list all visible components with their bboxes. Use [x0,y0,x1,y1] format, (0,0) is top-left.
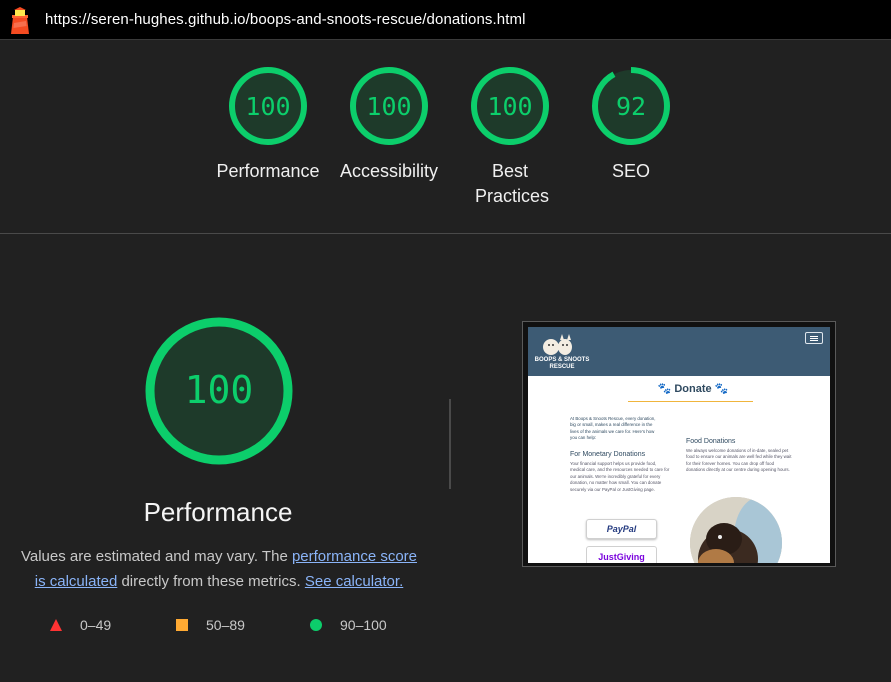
gauge-ring: 100 [471,67,549,145]
hamburger-menu-icon [805,332,823,344]
monetary-text: Your financial support helps us provide … [570,461,670,492]
gauge-label: Performance [216,161,320,181]
legend-range: 50–89 [206,617,245,633]
dog-cat-logo-icon [543,334,572,355]
site-brand: BOOPS & SNOOTS RESCUE [534,357,590,370]
justgiving-button: JustGiving [586,546,657,563]
score-summary: 100 Performance 100 Accessibility 100 Be… [0,41,891,234]
gauge-ring: 100 [229,67,307,145]
see-calculator-link[interactable]: See calculator. [305,573,403,590]
screenshot-content: BOOPS & SNOOTS RESCUE 🐾 Donate 🐾 At Boop… [528,327,830,563]
gauge-score: 100 [366,92,411,121]
performance-description: Values are estimated and may vary. The p… [14,544,424,594]
gauge-label: SEO [611,161,650,181]
url-bar: https://seren-hughes.github.io/boops-and… [0,0,891,40]
site-navbar: BOOPS & SNOOTS RESCUE [528,327,830,376]
gauge-accessibility[interactable]: 100 Accessibility [334,65,444,184]
food-text: We always welcome donations of in-date, … [686,448,792,473]
gauge-score: 100 [245,92,290,121]
page-url[interactable]: https://seren-hughes.github.io/boops-and… [45,11,526,28]
donate-title: 🐾 Donate 🐾 [657,383,729,395]
triangle-icon [50,619,62,631]
title-underline [628,401,753,402]
gauge-label: Accessibility [339,161,439,181]
gauge-ring: 100 [350,67,428,145]
performance-title: Performance [143,497,293,527]
intro-text: At Boops & Snoots Rescue, every donation… [570,416,656,441]
legend-fail: 0–49 [50,617,111,633]
gauge-performance[interactable]: 100 Performance [213,65,323,184]
gauge-best-practices[interactable]: 100 Best Practices [455,65,565,209]
desc-text: Values are estimated and may vary. The [20,548,292,565]
gauge-seo[interactable]: 92 SEO [576,65,686,184]
paypal-button: PayPal [586,519,657,539]
page-screenshot[interactable]: BOOPS & SNOOTS RESCUE 🐾 Donate 🐾 At Boop… [522,321,836,567]
legend-pass: 90–100 [310,617,387,633]
square-icon [176,619,188,631]
legend-range: 90–100 [340,617,387,633]
legend-average: 50–89 [176,617,245,633]
lighthouse-icon [11,7,29,34]
gauge-label: Best Practices [475,161,550,206]
food-heading: Food Donations [686,438,736,445]
desc-text: directly from these metrics. [117,573,305,590]
gauge-score: 100 [487,92,532,121]
circle-icon [310,619,322,631]
performance-gauge-large: 100 [145,317,293,465]
gauge-score: 92 [616,92,646,121]
divider [449,399,451,489]
performance-score: 100 [185,368,254,412]
legend-range: 0–49 [80,617,112,633]
dog-photo [690,497,782,563]
monetary-heading: For Monetary Donations [570,451,646,458]
gauge-ring: 92 [592,67,670,145]
